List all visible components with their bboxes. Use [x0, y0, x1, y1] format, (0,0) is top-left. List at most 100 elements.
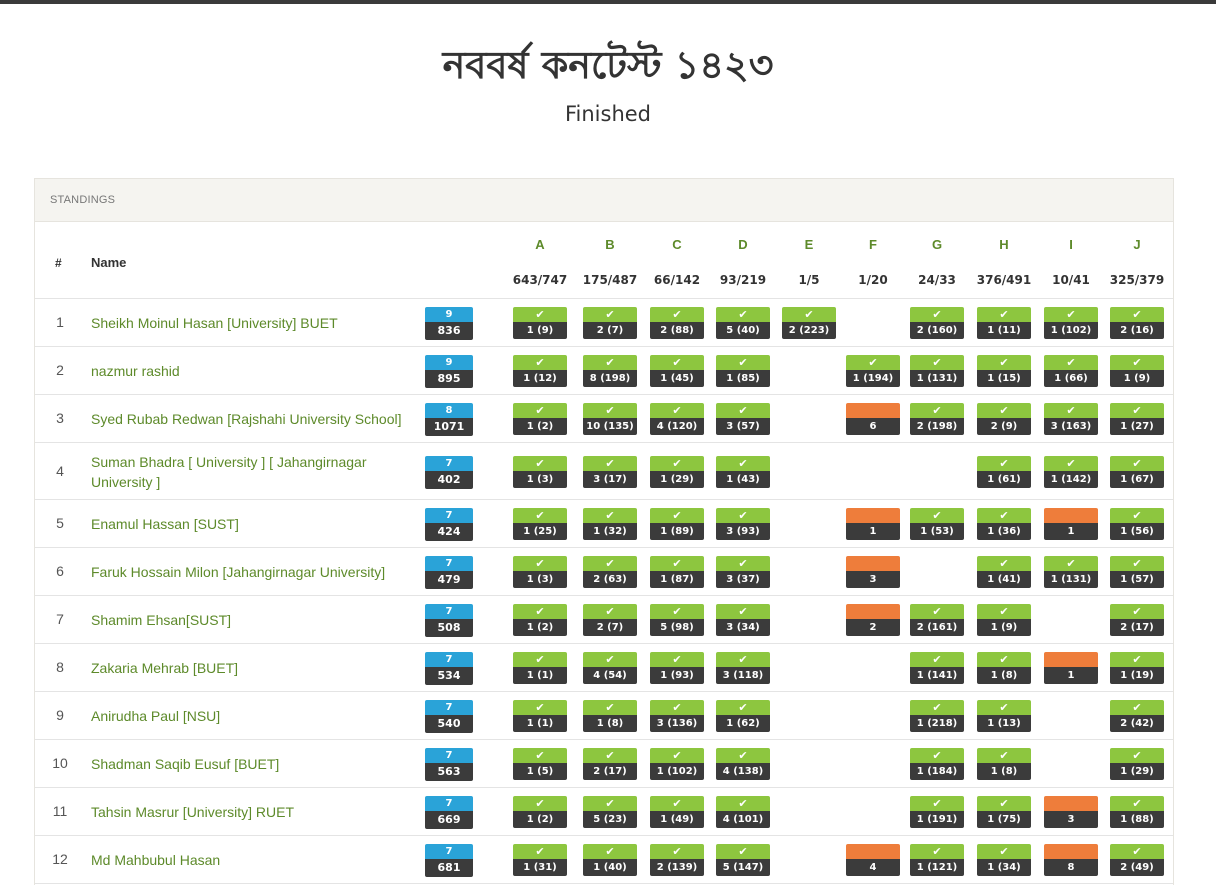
problem-j-result[interactable]: ✔ 1 (19) — [1110, 652, 1164, 684]
problem-c-link[interactable]: C — [647, 237, 707, 252]
contestant-name-link[interactable]: Syed Rubab Redwan [Rajshahi University S… — [91, 409, 431, 429]
problem-d-result[interactable]: ✔ 3 (93) — [716, 508, 770, 540]
problem-a-result[interactable]: ✔ 1 (25) — [513, 508, 567, 540]
problem-j-result[interactable]: ✔ 1 (67) — [1110, 455, 1164, 488]
problem-c-result[interactable]: ✔ 1 (29) — [650, 455, 704, 488]
problem-g-result[interactable]: ✔ 2 (160) — [910, 307, 964, 339]
problem-a-result[interactable]: ✔ 1 (1) — [513, 700, 567, 732]
problem-d-result[interactable]: ✔ 4 (138) — [716, 748, 770, 780]
problem-j-result[interactable]: ✔ 2 (49) — [1110, 844, 1164, 876]
problem-f-result[interactable]: 1 — [846, 508, 900, 540]
problem-c-result[interactable]: ✔ 2 (139) — [650, 844, 704, 876]
problem-a-result[interactable]: ✔ 1 (12) — [513, 355, 567, 387]
problem-b-result[interactable]: ✔ 10 (135) — [583, 403, 637, 435]
problem-g-result[interactable]: ✔ 1 (184) — [910, 748, 964, 780]
problem-b-result[interactable]: ✔ 5 (23) — [583, 796, 637, 828]
problem-h-result[interactable]: ✔ 1 (75) — [977, 796, 1031, 828]
contestant-name-link[interactable]: Suman Bhadra [ University ] [ Jahangirna… — [91, 452, 371, 492]
problem-g-result[interactable]: ✔ 1 (191) — [910, 796, 964, 828]
problem-g-result[interactable]: ✔ 1 (53) — [910, 508, 964, 540]
problem-b-result[interactable]: ✔ 1 (40) — [583, 844, 637, 876]
problem-j-result[interactable]: ✔ 1 (29) — [1110, 748, 1164, 780]
problem-d-result[interactable]: ✔ 5 (147) — [716, 844, 770, 876]
problem-c-result[interactable]: ✔ 2 (88) — [650, 307, 704, 339]
problem-j-result[interactable]: ✔ 1 (9) — [1110, 355, 1164, 387]
problem-j-link[interactable]: J — [1107, 237, 1167, 252]
problem-b-result[interactable]: ✔ 1 (32) — [583, 508, 637, 540]
problem-g-result[interactable]: ✔ 1 (141) — [910, 652, 964, 684]
problem-b-result[interactable]: ✔ 2 (7) — [583, 307, 637, 339]
problem-b-link[interactable]: B — [580, 237, 640, 252]
problem-h-result[interactable]: ✔ 1 (11) — [977, 307, 1031, 339]
problem-i-result[interactable]: ✔ 1 (66) — [1044, 355, 1098, 387]
contestant-name-link[interactable]: Enamul Hassan [SUST] — [91, 514, 431, 534]
problem-d-result[interactable]: ✔ 1 (85) — [716, 355, 770, 387]
problem-c-result[interactable]: ✔ 1 (89) — [650, 508, 704, 540]
problem-f-result[interactable]: ✔ 1 (194) — [846, 355, 900, 387]
problem-g-result[interactable]: ✔ 1 (121) — [910, 844, 964, 876]
problem-h-result[interactable]: ✔ 1 (34) — [977, 844, 1031, 876]
problem-i-result[interactable]: 1 — [1044, 652, 1098, 684]
problem-d-link[interactable]: D — [713, 237, 773, 252]
problem-i-link[interactable]: I — [1041, 237, 1101, 252]
problem-c-result[interactable]: ✔ 1 (87) — [650, 556, 704, 588]
problem-c-result[interactable]: ✔ 3 (136) — [650, 700, 704, 732]
problem-g-result[interactable]: ✔ 1 (218) — [910, 700, 964, 732]
contestant-name-link[interactable]: Md Mahbubul Hasan — [91, 850, 431, 870]
problem-b-result[interactable]: ✔ 8 (198) — [583, 355, 637, 387]
problem-h-result[interactable]: ✔ 1 (8) — [977, 652, 1031, 684]
problem-c-result[interactable]: ✔ 4 (120) — [650, 403, 704, 435]
problem-j-result[interactable]: ✔ 1 (57) — [1110, 556, 1164, 588]
problem-b-result[interactable]: ✔ 2 (7) — [583, 604, 637, 636]
problem-e-link[interactable]: E — [779, 237, 839, 252]
contestant-name-link[interactable]: Anirudha Paul [NSU] — [91, 706, 431, 726]
contestant-name-link[interactable]: Shamim Ehsan[SUST] — [91, 610, 431, 630]
problem-d-result[interactable]: ✔ 3 (57) — [716, 403, 770, 435]
problem-d-result[interactable]: ✔ 1 (62) — [716, 700, 770, 732]
problem-a-link[interactable]: A — [510, 237, 570, 252]
problem-i-result[interactable]: 8 — [1044, 844, 1098, 876]
problem-j-result[interactable]: ✔ 2 (17) — [1110, 604, 1164, 636]
contestant-name-link[interactable]: Shadman Saqib Eusuf [BUET] — [91, 754, 431, 774]
problem-a-result[interactable]: ✔ 1 (3) — [513, 556, 567, 588]
problem-i-result[interactable]: ✔ 1 (142) — [1044, 455, 1098, 488]
problem-d-result[interactable]: ✔ 3 (37) — [716, 556, 770, 588]
problem-i-result[interactable]: ✔ 1 (102) — [1044, 307, 1098, 339]
problem-c-result[interactable]: ✔ 1 (93) — [650, 652, 704, 684]
problem-d-result[interactable]: ✔ 4 (101) — [716, 796, 770, 828]
problem-f-result[interactable]: 3 — [846, 556, 900, 588]
problem-e-result[interactable]: ✔ 2 (223) — [782, 307, 836, 339]
problem-j-result[interactable]: ✔ 1 (56) — [1110, 508, 1164, 540]
problem-i-result[interactable]: 1 — [1044, 508, 1098, 540]
contestant-name-link[interactable]: Sheikh Moinul Hasan [University] BUET — [91, 313, 431, 333]
problem-a-result[interactable]: ✔ 1 (1) — [513, 652, 567, 684]
problem-j-result[interactable]: ✔ 1 (27) — [1110, 403, 1164, 435]
problem-d-result[interactable]: ✔ 5 (40) — [716, 307, 770, 339]
problem-a-result[interactable]: ✔ 1 (9) — [513, 307, 567, 339]
problem-a-result[interactable]: ✔ 1 (2) — [513, 403, 567, 435]
problem-b-result[interactable]: ✔ 3 (17) — [583, 455, 637, 488]
problem-h-result[interactable]: ✔ 1 (36) — [977, 508, 1031, 540]
problem-a-result[interactable]: ✔ 1 (2) — [513, 796, 567, 828]
problem-a-result[interactable]: ✔ 1 (31) — [513, 844, 567, 876]
problem-h-result[interactable]: ✔ 1 (9) — [977, 604, 1031, 636]
problem-d-result[interactable]: ✔ 3 (118) — [716, 652, 770, 684]
problem-b-result[interactable]: ✔ 4 (54) — [583, 652, 637, 684]
problem-i-result[interactable]: ✔ 1 (131) — [1044, 556, 1098, 588]
problem-f-link[interactable]: F — [843, 237, 903, 252]
problem-g-result[interactable]: ✔ 1 (131) — [910, 355, 964, 387]
problem-h-result[interactable]: ✔ 1 (13) — [977, 700, 1031, 732]
contestant-name-link[interactable]: Zakaria Mehrab [BUET] — [91, 658, 431, 678]
problem-g-link[interactable]: G — [907, 237, 967, 252]
problem-h-result[interactable]: ✔ 1 (61) — [977, 455, 1031, 488]
problem-c-result[interactable]: ✔ 1 (102) — [650, 748, 704, 780]
problem-f-result[interactable]: 4 — [846, 844, 900, 876]
contestant-name-link[interactable]: Tahsin Masrur [University] RUET — [91, 802, 431, 822]
problem-g-result[interactable]: ✔ 2 (198) — [910, 403, 964, 435]
problem-f-result[interactable]: 6 — [846, 403, 900, 435]
problem-c-result[interactable]: ✔ 1 (49) — [650, 796, 704, 828]
problem-c-result[interactable]: ✔ 5 (98) — [650, 604, 704, 636]
problem-i-result[interactable]: ✔ 3 (163) — [1044, 403, 1098, 435]
problem-a-result[interactable]: ✔ 1 (3) — [513, 455, 567, 488]
problem-a-result[interactable]: ✔ 1 (2) — [513, 604, 567, 636]
